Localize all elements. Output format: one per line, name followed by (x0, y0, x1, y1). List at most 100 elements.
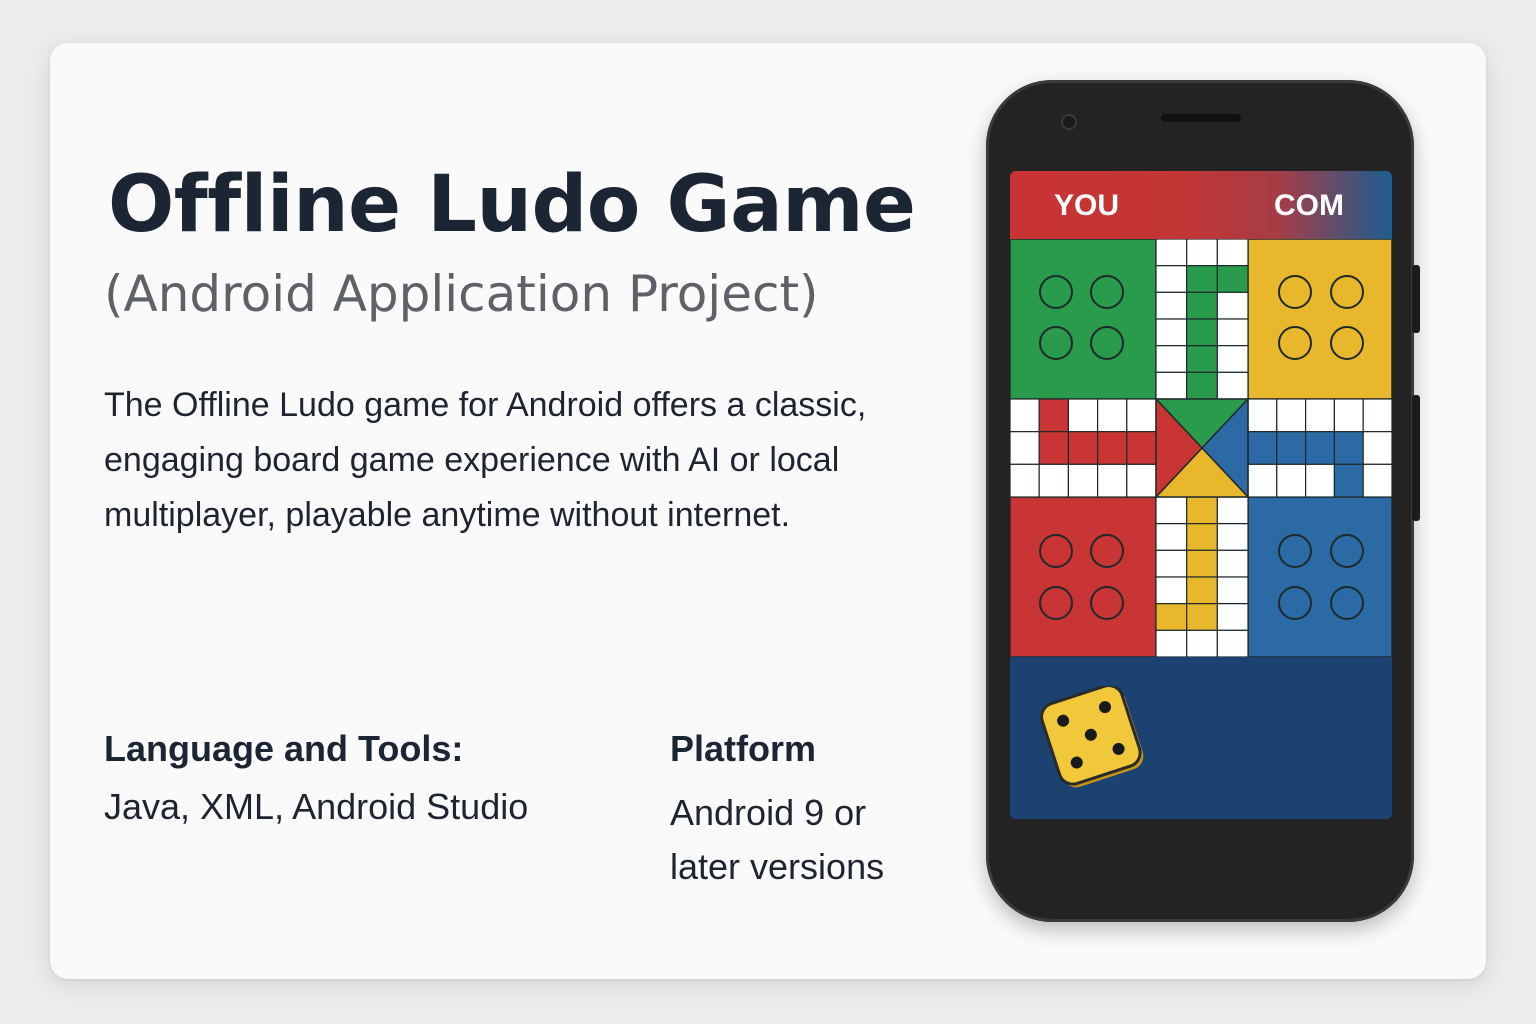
board-cell[interactable] (1362, 463, 1392, 498)
board-cell[interactable] (1186, 523, 1218, 551)
yellow-token-slot[interactable] (1278, 275, 1312, 309)
board-cell[interactable] (1155, 496, 1188, 525)
language-tools-value: Java, XML, Android Studio (104, 786, 529, 827)
board-cell[interactable] (1010, 463, 1040, 498)
board-cell[interactable] (1186, 291, 1218, 320)
board-cell[interactable] (1155, 318, 1188, 347)
opponent-label: COM (1274, 189, 1344, 222)
blue-token-slot[interactable] (1278, 534, 1312, 568)
board-cell[interactable] (1216, 239, 1249, 267)
green-token-slot[interactable] (1090, 275, 1124, 309)
yellow-token-slot[interactable] (1330, 326, 1364, 360)
board-cell[interactable] (1276, 431, 1307, 465)
board-cell[interactable] (1216, 603, 1249, 631)
red-home (1010, 496, 1157, 657)
board-cell[interactable] (1067, 463, 1099, 498)
board-cell[interactable] (1216, 291, 1249, 320)
red-token-slot[interactable] (1039, 534, 1073, 568)
yellow-home (1247, 239, 1392, 400)
board-cell[interactable] (1126, 431, 1157, 465)
board-cell[interactable] (1333, 463, 1364, 498)
board-cell[interactable] (1333, 431, 1364, 465)
board-cell[interactable] (1362, 398, 1392, 433)
board-cell[interactable] (1186, 318, 1218, 347)
board-cell[interactable] (1067, 431, 1099, 465)
board-cell[interactable] (1155, 371, 1188, 400)
board-cell[interactable] (1010, 431, 1040, 465)
power-button (1412, 395, 1420, 521)
board-cell[interactable] (1305, 398, 1336, 433)
yellow-token-slot[interactable] (1278, 326, 1312, 360)
board-cell[interactable] (1155, 345, 1188, 373)
board-cell[interactable] (1186, 629, 1218, 657)
board-cell[interactable] (1216, 318, 1249, 347)
board-cell[interactable] (1247, 398, 1278, 433)
board-cell[interactable] (1305, 431, 1336, 465)
board-cell[interactable] (1186, 239, 1218, 267)
board-cell[interactable] (1362, 431, 1392, 465)
blue-token-slot[interactable] (1330, 534, 1364, 568)
board-cell[interactable] (1216, 629, 1249, 657)
board-cell[interactable] (1096, 398, 1128, 433)
page-subtitle: (Android Application Project) (104, 265, 819, 323)
board-cell[interactable] (1067, 398, 1099, 433)
player-label: YOU (1054, 189, 1120, 222)
board-cell[interactable] (1216, 549, 1249, 578)
board-cell[interactable] (1038, 463, 1070, 498)
board-cell[interactable] (1155, 265, 1188, 293)
board-cell[interactable] (1155, 239, 1188, 267)
board-cell[interactable] (1096, 463, 1128, 498)
red-token-slot[interactable] (1090, 586, 1124, 620)
green-token-slot[interactable] (1090, 326, 1124, 360)
blue-home (1247, 496, 1392, 657)
board-cell[interactable] (1155, 523, 1188, 551)
board-cell[interactable] (1216, 371, 1249, 400)
green-token-slot[interactable] (1039, 275, 1073, 309)
earpiece-speaker (1161, 114, 1241, 122)
board-cell[interactable] (1155, 603, 1188, 631)
board-cell[interactable] (1333, 398, 1364, 433)
platform-value: Android 9 or later versions (670, 792, 885, 887)
green-token-slot[interactable] (1039, 326, 1073, 360)
board-cell[interactable] (1096, 431, 1128, 465)
board-cell[interactable] (1276, 463, 1307, 498)
board-cell[interactable] (1038, 398, 1070, 433)
yellow-token-slot[interactable] (1330, 275, 1364, 309)
red-token-slot[interactable] (1090, 534, 1124, 568)
board-cell[interactable] (1247, 463, 1278, 498)
board-cell[interactable] (1305, 463, 1336, 498)
board-cell[interactable] (1126, 398, 1157, 433)
dice-button[interactable] (1040, 686, 1148, 790)
red-token-slot[interactable] (1039, 586, 1073, 620)
green-home (1010, 239, 1157, 400)
blue-token-slot[interactable] (1330, 586, 1364, 620)
board-cell[interactable] (1216, 523, 1249, 551)
language-tools-heading: Language and Tools: (104, 728, 464, 769)
volume-button (1412, 265, 1420, 333)
board-cell[interactable] (1186, 603, 1218, 631)
board-cell[interactable] (1186, 345, 1218, 373)
board-cell[interactable] (1247, 431, 1278, 465)
score-bar: YOU COM (1010, 171, 1392, 239)
board-cell[interactable] (1155, 576, 1188, 605)
board-cell[interactable] (1186, 496, 1218, 525)
board-cell[interactable] (1010, 398, 1040, 433)
board-cell[interactable] (1038, 431, 1070, 465)
board-cell[interactable] (1155, 549, 1188, 578)
board-cell[interactable] (1216, 345, 1249, 373)
board-cell[interactable] (1186, 576, 1218, 605)
board-cell[interactable] (1155, 291, 1188, 320)
board-cell[interactable] (1186, 265, 1218, 293)
board-cell[interactable] (1216, 576, 1249, 605)
blue-token-slot[interactable] (1278, 586, 1312, 620)
board-cell[interactable] (1186, 549, 1218, 578)
board-cell[interactable] (1186, 371, 1218, 400)
platform-heading: Platform (670, 728, 817, 769)
ludo-board[interactable] (1010, 239, 1392, 657)
board-cell[interactable] (1216, 265, 1249, 293)
board-cell[interactable] (1126, 463, 1157, 498)
board-cell[interactable] (1216, 496, 1249, 525)
board-cell[interactable] (1155, 629, 1188, 657)
board-cell[interactable] (1276, 398, 1307, 433)
project-description: The Offline Ludo game for Android offers… (104, 386, 867, 534)
